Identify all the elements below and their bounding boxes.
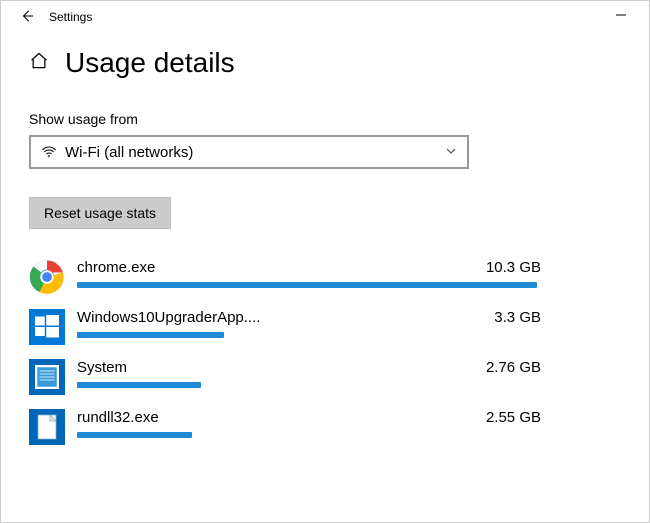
app-row[interactable]: System 2.76 GB: [29, 359, 621, 395]
network-select[interactable]: Wi-Fi (all networks): [29, 135, 469, 169]
wifi-icon: [41, 144, 57, 160]
app-name: rundll32.exe: [77, 409, 159, 426]
usage-bar: [77, 432, 192, 438]
app-name: System: [77, 359, 127, 376]
home-icon[interactable]: [29, 51, 49, 76]
usage-bar: [77, 332, 224, 338]
show-usage-label: Show usage from: [29, 111, 621, 127]
minimize-button[interactable]: [601, 9, 641, 25]
usage-bar: [77, 282, 537, 288]
app-name: chrome.exe: [77, 259, 155, 276]
app-usage: 3.3 GB: [494, 309, 541, 326]
usage-bar: [77, 382, 201, 388]
chevron-down-icon: [445, 145, 457, 160]
app-usage: 2.55 GB: [486, 409, 541, 426]
network-select-value: Wi-Fi (all networks): [65, 144, 445, 161]
app-usage: 2.76 GB: [486, 359, 541, 376]
window-title: Settings: [49, 10, 92, 24]
back-button[interactable]: [9, 9, 45, 26]
app-icon: [29, 359, 65, 395]
app-row[interactable]: chrome.exe 10.3 GB: [29, 259, 621, 295]
app-icon: [29, 409, 65, 445]
app-row[interactable]: rundll32.exe 2.55 GB: [29, 409, 621, 445]
title-bar: Settings: [1, 1, 649, 33]
app-usage: 10.3 GB: [486, 259, 541, 276]
reset-usage-stats-button[interactable]: Reset usage stats: [29, 197, 171, 229]
app-icon: [29, 259, 65, 295]
app-row[interactable]: Windows10UpgraderApp.... 3.3 GB: [29, 309, 621, 345]
app-icon: [29, 309, 65, 345]
app-name: Windows10UpgraderApp....: [77, 309, 260, 326]
app-usage-list: chrome.exe 10.3 GB Windows10UpgraderApp...…: [29, 259, 621, 445]
page-title: Usage details: [65, 47, 235, 79]
